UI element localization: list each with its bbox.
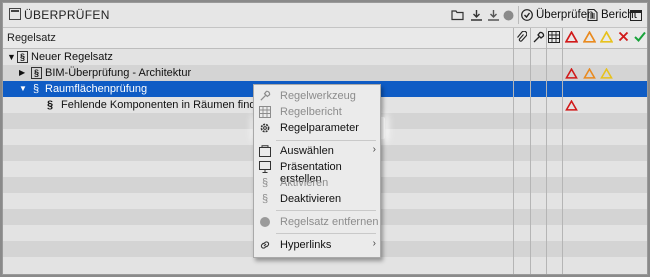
grid-icon [548,31,560,43]
red-triangle-icon [565,68,578,79]
column-separator [530,28,531,274]
attachment-column[interactable] [516,30,528,47]
tool-column[interactable] [532,31,545,47]
severity-yellow-column[interactable] [599,30,614,46]
red-x-icon [618,31,629,42]
rule-icon: § [47,99,54,111]
tree-row-neuer-regelsatz[interactable]: ▼ § Neuer Regelsatz [3,49,647,65]
menu-item-label: Regelsatz entfernen [280,216,379,228]
rule-set-icon: § [17,51,29,63]
rule-icon: § [33,83,40,95]
collapse-toggle[interactable]: ▼ [19,84,27,93]
orange-triangle-icon [583,68,596,79]
wrench-icon [533,31,545,43]
column-separator [513,28,514,274]
menu-item-label: Regelparameter [280,122,359,134]
report-icon [259,106,271,118]
menu-item-regelwerkzeug[interactable]: Regelwerkzeug [254,88,380,104]
paperclip-icon [517,30,528,42]
circle-icon [503,10,513,20]
expand-toggle[interactable]: ▶ [19,68,25,77]
passed-column[interactable] [634,31,646,45]
rule-set-column-label: Regelsatz [7,32,56,44]
table-column[interactable] [548,31,560,46]
menu-item-aktivieren[interactable]: § Aktivieren [254,175,380,191]
check-window-icon [9,8,21,20]
menu-item-regelparameter[interactable]: Regelparameter [254,120,380,136]
menu-item-regelsatz-entfernen[interactable]: Regelsatz entfernen [254,214,380,230]
menu-item-auswaehlen[interactable]: Auswählen › [254,143,380,159]
check-button-label: Überprüfen [536,9,594,21]
check-button[interactable]: Überprüfen [521,6,594,24]
yellow-triangle-icon [599,30,614,43]
remove-icon [260,217,270,227]
gear-icon [260,123,270,133]
column-separator [562,28,563,274]
status-button[interactable] [502,6,514,24]
collapse-toggle[interactable]: ▼ [7,52,16,62]
column-header: Regelsatz [3,28,647,49]
tree-row-label: Fehlende Komponenten in Räumen finden [61,99,268,111]
submenu-arrow-icon: › [372,238,376,249]
red-triangle-icon [564,30,579,43]
menu-item-label: Deaktivieren [280,193,342,205]
menu-separator [276,210,376,211]
window-layout-button[interactable] [629,6,643,24]
context-menu: Regelwerkzeug Regelbericht Regelparamete… [253,84,381,258]
severity-orange-column[interactable] [582,30,597,46]
wrench-icon [260,90,271,101]
section-icon: § [261,193,269,205]
menu-item-label: Regelbericht [280,106,342,118]
submenu-arrow-icon: › [372,144,376,155]
check-shield-icon [521,9,533,21]
section-icon: § [261,177,269,189]
window-title: ÜBERPRÜFEN [24,8,110,22]
document-icon [587,9,598,21]
import-icon [487,9,499,21]
yellow-triangle-icon [600,68,613,79]
tree-row-bim-pruefung[interactable]: ▶ § BIM-Überprüfung - Architektur [3,65,647,81]
column-separator [546,28,547,274]
empty-row [3,257,647,274]
menu-item-regelbericht[interactable]: Regelbericht [254,104,380,120]
menu-item-deaktivieren[interactable]: § Deaktivieren [254,191,380,207]
import-button[interactable] [486,6,500,24]
menu-item-hyperlinks[interactable]: Hyperlinks › [254,237,380,253]
tree-row-label: BIM-Überprüfung - Architektur [45,67,192,79]
menu-separator [276,233,376,234]
window-icon [630,9,642,21]
menu-item-praesentation[interactable]: Präsentation erstellen [254,159,380,185]
folder-open-button[interactable] [451,6,465,24]
link-icon [260,241,270,249]
tree-row-label: Neuer Regelsatz [31,51,113,63]
menu-separator [276,140,376,141]
presentation-icon [259,161,271,173]
menu-item-label: Hyperlinks [280,239,332,251]
menu-item-label: Auswählen [280,145,334,157]
failed-column[interactable] [618,31,629,45]
title-bar: ÜBERPRÜFEN Überprüfen Bericht [3,3,647,28]
download-button[interactable] [469,6,483,24]
red-triangle-icon [565,100,578,111]
rule-set-icon: § [31,67,43,79]
orange-triangle-icon [582,30,597,43]
select-icon [259,145,271,157]
download-icon [470,9,482,21]
menu-item-label: Aktivieren [280,177,329,189]
folder-open-icon [451,10,464,21]
menu-item-label: Regelwerkzeug [280,90,356,102]
severity-red-column[interactable] [564,30,579,46]
green-check-icon [634,31,646,42]
tree-row-label: Raumflächenprüfung [45,83,148,95]
